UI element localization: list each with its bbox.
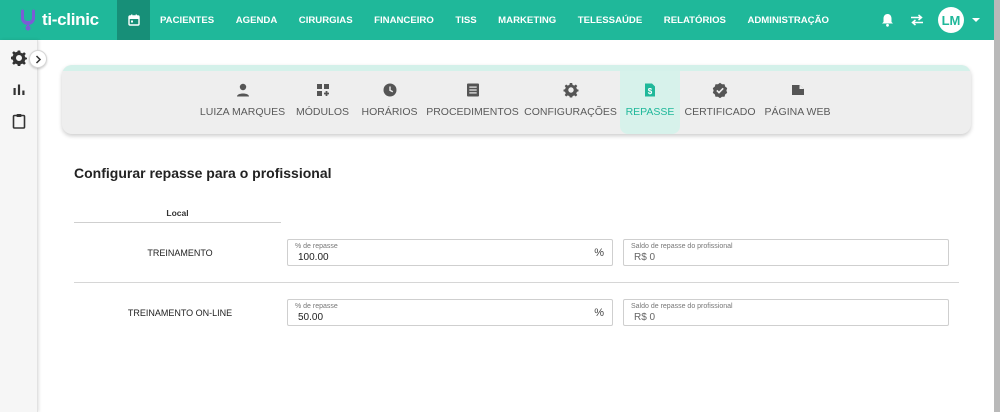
clock-icon <box>383 83 396 97</box>
field-label: % de repasse <box>295 243 338 250</box>
row-local-label: TREINAMENTO ON-LINE <box>127 308 233 318</box>
row-local-label: TREINAMENTO <box>147 248 213 258</box>
top-bar: ti-clinic PACIENTES AGENDA CIRURGIAS FIN… <box>0 0 994 40</box>
person-icon <box>236 83 249 97</box>
reports-button[interactable] <box>11 82 27 98</box>
saldo-repasse-field[interactable]: Saldo de repasse do profissional R$ 0 <box>623 239 949 266</box>
tab-pagina-web[interactable]: PÁGINA WEB <box>765 71 830 134</box>
calendar-icon <box>127 14 140 26</box>
percent-repasse-field[interactable]: % de repasse 100.00 % <box>287 239 613 266</box>
tab-label: LUIZA MARQUES <box>199 106 286 118</box>
sidebar <box>0 40 47 412</box>
verified-icon <box>712 82 728 98</box>
logo[interactable]: ti-clinic <box>0 0 117 40</box>
row-divider <box>74 282 959 283</box>
saldo-repasse-field[interactable]: Saldo de repasse do profissional R$ 0 <box>623 299 949 326</box>
notifications-button[interactable] <box>881 13 894 27</box>
nav-item-financeiro[interactable]: FINANCEIRO <box>374 15 434 26</box>
chevron-right-icon <box>35 54 41 64</box>
bell-icon <box>882 14 893 27</box>
tab-luiza-marques[interactable]: LUIZA MARQUES <box>200 71 285 134</box>
svg-text:$: $ <box>648 87 653 96</box>
modules-icon <box>316 84 329 96</box>
tab-configuracoes[interactable]: CONFIGURAÇÕES <box>524 71 617 134</box>
gear-icon <box>11 50 27 66</box>
field-value: 100.00 <box>298 252 329 263</box>
field-label: Saldo de repasse do profissional <box>631 303 733 310</box>
top-right-actions: LM <box>881 0 980 40</box>
tab-label: CERTIFICADO <box>684 106 756 118</box>
tab-label: MÓDULOS <box>295 106 350 118</box>
bar-chart-icon <box>13 84 25 95</box>
tab-certificado[interactable]: CERTIFICADO <box>685 71 756 134</box>
column-header-divider <box>74 222 281 223</box>
tab-label: PROCEDIMENTOS <box>426 106 519 118</box>
main-nav: PACIENTES AGENDA CIRURGIAS FINANCEIRO TI… <box>160 0 851 40</box>
swap-arrows-icon <box>911 14 923 26</box>
percent-repasse-field[interactable]: % de repasse 50.00 % <box>287 299 613 326</box>
field-value: R$ 0 <box>634 252 656 263</box>
app-window: ti-clinic PACIENTES AGENDA CIRURGIAS FIN… <box>0 0 1000 412</box>
field-value: 50.00 <box>298 312 324 323</box>
switch-button[interactable] <box>910 14 924 26</box>
gear-icon <box>563 83 578 98</box>
profile-tabs: LUIZA MARQUES MÓDULOS HORÁRIOS PROCEDIME… <box>62 65 971 134</box>
field-value: R$ 0 <box>634 312 656 323</box>
logo-text: ti-clinic <box>42 10 99 29</box>
avatar[interactable]: LM <box>938 7 964 33</box>
field-label: % de repasse <box>295 303 338 310</box>
nav-item-cirurgias[interactable]: CIRURGIAS <box>299 15 353 26</box>
nav-item-administracao[interactable]: ADMINISTRAÇÃO <box>747 15 829 26</box>
tab-repasse[interactable]: $ REPASSE <box>620 71 680 134</box>
field-label: Saldo de repasse do profissional <box>631 243 733 250</box>
list-icon <box>466 83 479 97</box>
calendar-button[interactable] <box>117 0 150 40</box>
nav-item-relatorios[interactable]: RELATÓRIOS <box>664 15 726 26</box>
tab-label: CONFIGURAÇÕES <box>524 106 617 118</box>
logo-mark-icon <box>18 9 38 31</box>
settings-button[interactable] <box>11 50 27 66</box>
page-title: Configurar repasse para o profissional <box>74 165 332 181</box>
nav-item-tiss[interactable]: TISS <box>455 15 476 26</box>
nav-item-agenda[interactable]: AGENDA <box>236 15 278 26</box>
column-header-local: Local <box>166 208 189 218</box>
clipboard-icon <box>12 114 26 129</box>
percent-suffix: % <box>594 307 604 319</box>
tab-procedimentos[interactable]: PROCEDIMENTOS <box>426 71 519 134</box>
tab-label: HORÁRIOS <box>361 106 418 118</box>
tab-modulos[interactable]: MÓDULOS <box>295 71 350 134</box>
nav-item-telessaude[interactable]: TELESSAÚDE <box>578 15 643 26</box>
nav-item-pacientes[interactable]: PACIENTES <box>160 15 214 26</box>
tab-label: REPASSE <box>625 106 675 118</box>
sidebar-expand-button[interactable] <box>29 50 47 68</box>
chevron-down-icon[interactable] <box>972 18 980 22</box>
money-icon: $ <box>645 83 655 97</box>
nav-item-marketing[interactable]: MARKETING <box>498 15 556 26</box>
percent-suffix: % <box>594 247 604 259</box>
folder-icon <box>791 85 804 95</box>
tab-horarios[interactable]: HORÁRIOS <box>361 71 418 134</box>
tab-label: PÁGINA WEB <box>764 106 831 118</box>
clipboard-button[interactable] <box>11 113 27 129</box>
